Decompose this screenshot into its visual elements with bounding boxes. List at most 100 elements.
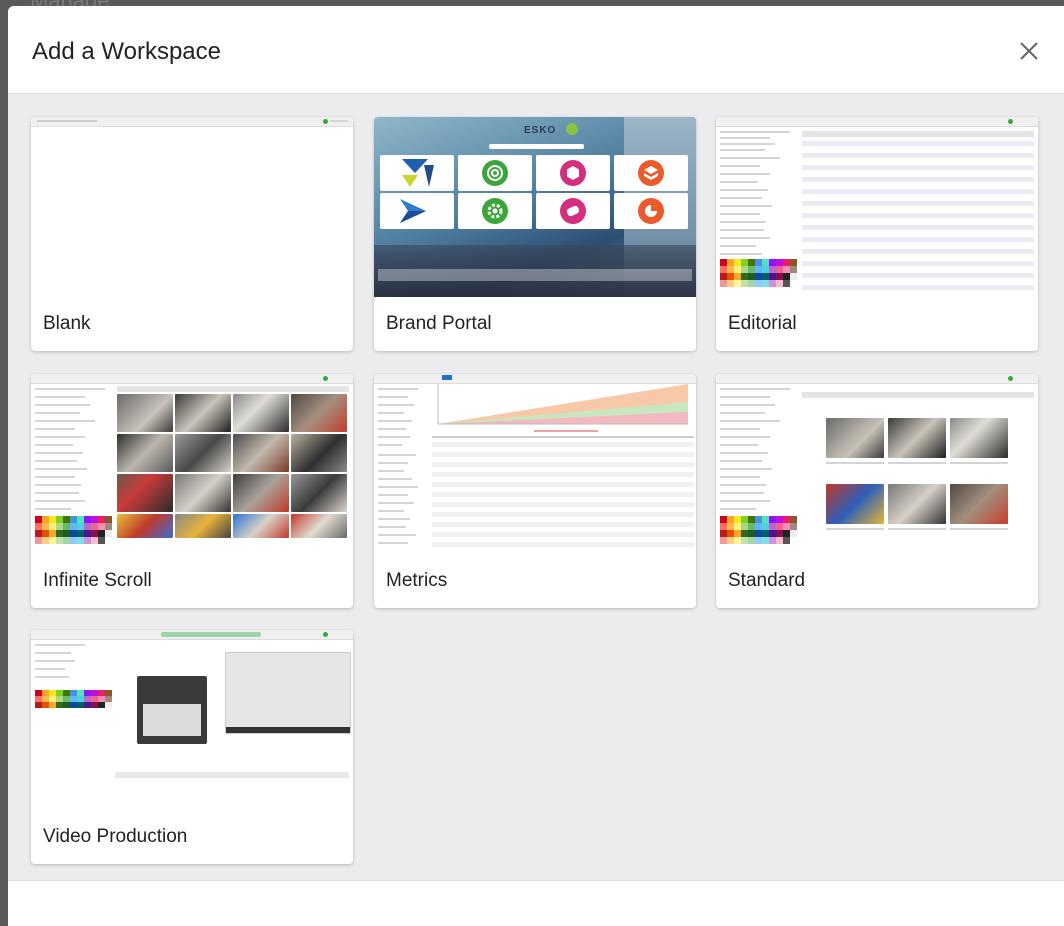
color-palette <box>35 516 112 544</box>
mini-sidebar-line <box>378 404 414 406</box>
mini-sidebar-line <box>720 428 760 430</box>
mini-grid-header <box>117 386 349 392</box>
photo-caption <box>888 528 946 530</box>
gear-icon <box>482 198 508 224</box>
mini-sidebar-line <box>35 484 81 486</box>
mini-sidebar-line <box>35 508 71 510</box>
workspace-label: Infinite Scroll <box>43 570 152 591</box>
mini-menu <box>37 120 97 122</box>
mini-sidebar-line <box>720 181 758 183</box>
mini-status-dot <box>1008 119 1013 124</box>
color-palette <box>720 516 797 544</box>
brand-search-bar <box>489 144 584 149</box>
mini-sidebar-line <box>35 452 83 454</box>
mini-sidebar-line <box>35 428 75 430</box>
workspace-card-metrics[interactable]: Metrics <box>374 374 696 608</box>
mini-sidebar-line <box>720 143 775 145</box>
mini-sidebar-line <box>35 460 77 462</box>
mini-sidebar-line <box>35 476 75 478</box>
photo-thumbnail <box>233 514 289 538</box>
mini-user <box>330 120 348 122</box>
mini-sidebar-line <box>720 436 770 438</box>
mini-sidebar-line <box>378 478 412 480</box>
close-icon <box>1020 42 1038 60</box>
mini-green-bar <box>161 632 261 637</box>
mini-area-chart <box>437 384 688 425</box>
workspace-label: Metrics <box>386 570 448 591</box>
workspace-label: Blank <box>43 313 91 334</box>
mini-sidebar-line <box>378 412 404 414</box>
mini-sidebar-line <box>720 245 756 247</box>
workspace-label: Video Production <box>43 826 188 847</box>
mini-sidebar-line <box>378 462 408 464</box>
photo-thumbnail <box>291 514 347 538</box>
mini-sidebar-line <box>720 149 765 151</box>
photo-thumbnail <box>175 514 231 538</box>
workspace-card-standard[interactable]: Standard <box>716 374 1038 608</box>
mini-sidebar-line <box>35 468 87 470</box>
dialog-title: Add a Workspace <box>32 38 221 65</box>
triangles-icon <box>402 159 434 187</box>
photo-thumbnail <box>117 394 173 432</box>
mini-sidebar-line <box>378 526 406 528</box>
mini-sidebar-line <box>720 165 760 167</box>
mini-table <box>802 131 1034 291</box>
photo-thumbnail <box>291 474 347 512</box>
mini-sidebar-line <box>720 253 762 255</box>
mini-sidebar-line <box>35 444 73 446</box>
brand-tile <box>614 155 688 191</box>
mini-sidebar-line <box>720 476 760 478</box>
color-palette <box>35 690 112 708</box>
mini-legend <box>534 430 598 432</box>
workspace-thumbnail: ESKO <box>374 117 696 297</box>
mini-sidebar-line <box>35 644 85 646</box>
workspace-card-infinite-scroll[interactable]: Infinite Scroll <box>31 374 353 608</box>
photo-thumbnail <box>117 474 173 512</box>
close-button[interactable] <box>1018 40 1040 62</box>
color-palette <box>720 259 797 287</box>
workspace-label: Editorial <box>728 313 797 334</box>
mini-sidebar-line <box>720 388 790 390</box>
brand-tile <box>380 155 454 191</box>
workspace-card-brand-portal[interactable]: ESKO Brand Portal <box>374 117 696 351</box>
mini-status-dot <box>1008 376 1013 381</box>
mini-sidebar-line <box>378 388 418 390</box>
photo-thumbnail <box>233 394 289 432</box>
mini-video-controls <box>143 704 201 736</box>
photo-thumbnail <box>175 474 231 512</box>
photo-thumbnail <box>950 418 1008 458</box>
photo-thumbnail <box>233 434 289 472</box>
mini-sidebar-line <box>35 500 85 502</box>
mini-footer-bar <box>115 772 349 778</box>
photo-thumbnail <box>888 484 946 524</box>
workspace-card-editorial[interactable]: Editorial <box>716 117 1038 351</box>
workspace-thumbnail <box>31 630 353 810</box>
photo-thumbnail <box>291 434 347 472</box>
mini-blue-tab <box>442 375 452 380</box>
mini-sidebar-line <box>720 229 764 231</box>
workspace-card-blank[interactable]: Blank <box>31 117 353 351</box>
mini-sidebar-line <box>378 436 410 438</box>
mini-sidebar-line <box>378 420 412 422</box>
photo-thumbnail <box>826 418 884 458</box>
brand-footer-bar <box>378 269 692 281</box>
spiral-icon <box>482 160 508 186</box>
mini-sidebar-line <box>720 492 764 494</box>
mini-sidebar-line <box>720 197 762 199</box>
pie-icon <box>638 198 664 224</box>
mini-sidebar-line <box>378 502 414 504</box>
mini-sidebar-line <box>720 157 780 159</box>
brand-tile <box>536 155 610 191</box>
photo-thumbnail <box>175 394 231 432</box>
workspace-thumbnail <box>716 117 1038 297</box>
workspace-thumbnail <box>31 374 353 554</box>
mini-toolbar <box>31 117 353 127</box>
mini-sidebar-line <box>720 460 762 462</box>
brand-logo: ESKO <box>524 125 557 136</box>
mini-sidebar-line <box>35 412 80 414</box>
workspace-card-video-production[interactable]: Video Production <box>31 630 353 864</box>
mini-sidebar-line <box>720 404 775 406</box>
workspace-thumbnail <box>374 374 696 554</box>
mini-sidebar-line <box>378 428 406 430</box>
workspace-thumbnail <box>716 374 1038 554</box>
